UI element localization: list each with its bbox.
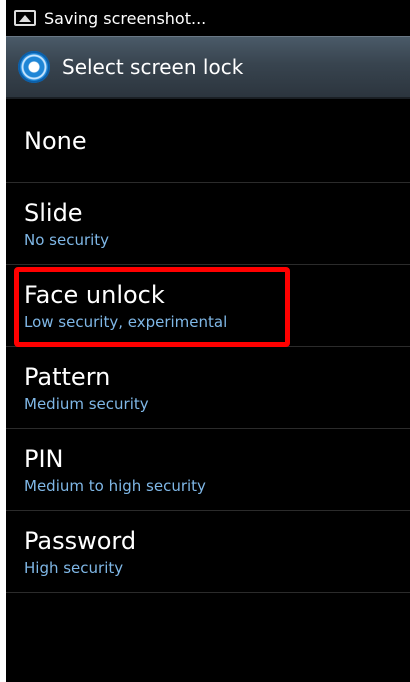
option-subtitle: High security bbox=[24, 558, 124, 577]
page-title: Select screen lock bbox=[62, 55, 244, 79]
title-bar: Select screen lock bbox=[6, 36, 410, 99]
option-slide[interactable]: Slide No security bbox=[6, 183, 410, 265]
option-subtitle: Low security, experimental bbox=[24, 312, 228, 331]
screen-lock-options: None Slide No security Face unlock Low s… bbox=[6, 99, 410, 593]
option-subtitle: Medium to high security bbox=[24, 476, 206, 495]
option-pattern[interactable]: Pattern Medium security bbox=[6, 347, 410, 429]
status-text: Saving screenshot... bbox=[44, 8, 207, 28]
option-title: None bbox=[24, 126, 87, 155]
phone-screen: Saving screenshot... Select screen lock … bbox=[6, 0, 410, 682]
option-title: Slide bbox=[24, 198, 83, 227]
option-title: Password bbox=[24, 526, 137, 555]
option-title: PIN bbox=[24, 444, 64, 473]
option-title: Pattern bbox=[24, 362, 111, 391]
option-password[interactable]: Password High security bbox=[6, 511, 410, 593]
option-subtitle: Medium security bbox=[24, 394, 149, 413]
gear-icon bbox=[18, 51, 50, 83]
status-bar: Saving screenshot... bbox=[6, 0, 410, 36]
option-subtitle: No security bbox=[24, 230, 110, 249]
option-title: Face unlock bbox=[24, 280, 165, 309]
option-none[interactable]: None bbox=[6, 99, 410, 183]
option-face-unlock[interactable]: Face unlock Low security, experimental bbox=[6, 265, 410, 347]
screenshot-icon bbox=[14, 10, 36, 26]
option-pin[interactable]: PIN Medium to high security bbox=[6, 429, 410, 511]
